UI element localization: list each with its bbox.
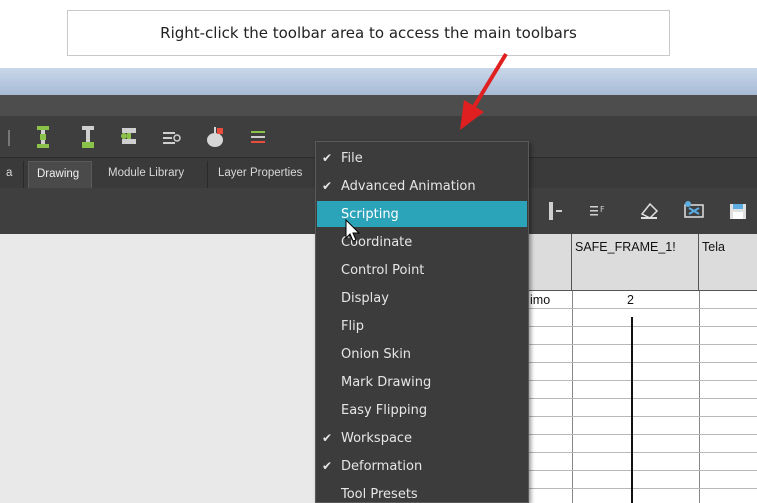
swap-drawing-icon[interactable] [118, 124, 140, 150]
callout-text: Right-click the toolbar area to access t… [160, 24, 577, 42]
exposure-hold-line [631, 317, 633, 503]
instruction-callout: Right-click the toolbar area to access t… [67, 10, 670, 56]
checkmark-icon: ✔ [322, 431, 333, 445]
xsheet-row[interactable] [520, 309, 757, 327]
search-layer-icon[interactable] [161, 124, 183, 150]
menu-item-label: Control Point [341, 263, 425, 278]
tab-module-library[interactable]: Module Library [100, 161, 208, 188]
xsheet-row[interactable] [520, 291, 757, 309]
xsheet-column-header[interactable]: SAFE_FRAME_1! [572, 234, 699, 291]
menu-item-tool-presets[interactable]: Tool Presets [317, 481, 527, 503]
menu-item-label: Advanced Animation [341, 179, 476, 194]
insert-drawing-icon[interactable] [77, 124, 99, 150]
menu-item-label: Display [341, 291, 389, 306]
menu-item-flip[interactable]: Flip [317, 313, 527, 339]
menu-item-label: Workspace [341, 431, 413, 446]
xsheet-cell[interactable]: imo [530, 293, 550, 307]
xsheet-row[interactable] [520, 471, 757, 489]
menu-item-label: Mark Drawing [341, 375, 432, 390]
menu-item-easy-flipping[interactable]: Easy Flipping [317, 397, 527, 423]
tab-drawing[interactable]: Drawing [28, 161, 92, 188]
tab-partial[interactable]: a [0, 161, 24, 188]
menu-item-deformation[interactable]: ✔ Deformation [317, 453, 527, 479]
paint-bucket-icon[interactable] [638, 200, 660, 222]
checkmark-icon: ✔ [322, 179, 333, 193]
menu-item-control-point[interactable]: Control Point [317, 257, 527, 283]
menu-item-label: Flip [341, 319, 364, 334]
xsheet-row[interactable] [520, 417, 757, 435]
xsheet-column-header[interactable]: Tela [699, 234, 757, 291]
menu-item-file[interactable]: ✔ File [317, 145, 527, 171]
menu-item-mark-drawing[interactable]: Mark Drawing [317, 369, 527, 395]
menu-item-label: Easy Flipping [341, 403, 428, 418]
tab-layer-properties[interactable]: Layer Properties [210, 161, 318, 188]
xsheet-panel[interactable]: SAFE_FRAME_1! Tela imo 2 [520, 234, 757, 503]
xsheet-row[interactable] [520, 345, 757, 363]
menu-item-workspace[interactable]: ✔ Workspace [317, 425, 527, 451]
layer-list-icon[interactable]: F [588, 200, 610, 222]
svg-text:F: F [600, 205, 605, 214]
eraser-icon[interactable] [683, 200, 705, 222]
checkmark-icon: ✔ [322, 459, 333, 473]
bracket-icon[interactable] [546, 200, 568, 222]
checkmark-icon: ✔ [322, 151, 333, 165]
menu-item-label: Deformation [341, 459, 423, 474]
menu-item-label: Tool Presets [341, 487, 418, 502]
add-drawing-icon[interactable] [32, 124, 54, 150]
xsheet-row[interactable] [520, 453, 757, 471]
drawing-list-icon[interactable] [248, 124, 270, 150]
onion-skin-icon[interactable] [204, 124, 226, 150]
save-icon[interactable] [727, 200, 749, 222]
pointer-arrow [460, 52, 508, 130]
xsheet-cell[interactable]: 2 [627, 293, 634, 307]
xsheet-row[interactable] [520, 381, 757, 399]
xsheet-row[interactable] [520, 399, 757, 417]
mouse-cursor-icon [345, 219, 361, 242]
xsheet-row[interactable] [520, 327, 757, 345]
menu-item-onion-skin[interactable]: Onion Skin [317, 341, 527, 367]
xsheet-row[interactable] [520, 363, 757, 381]
xsheet-row[interactable] [520, 435, 757, 453]
menu-item-label: Onion Skin [341, 347, 412, 362]
menu-item-advanced-animation[interactable]: ✔ Advanced Animation [317, 173, 527, 199]
title-bar [0, 68, 757, 95]
toolbar-separator [8, 130, 10, 146]
xsheet-header: SAFE_FRAME_1! Tela [520, 234, 757, 291]
xsheet-row[interactable] [520, 489, 757, 503]
menu-bar[interactable] [0, 95, 757, 116]
menu-item-label: File [341, 151, 363, 166]
menu-item-display[interactable]: Display [317, 285, 527, 311]
toolbar-context-menu[interactable]: ✔ File ✔ Advanced Animation Scripting Co… [315, 141, 529, 503]
